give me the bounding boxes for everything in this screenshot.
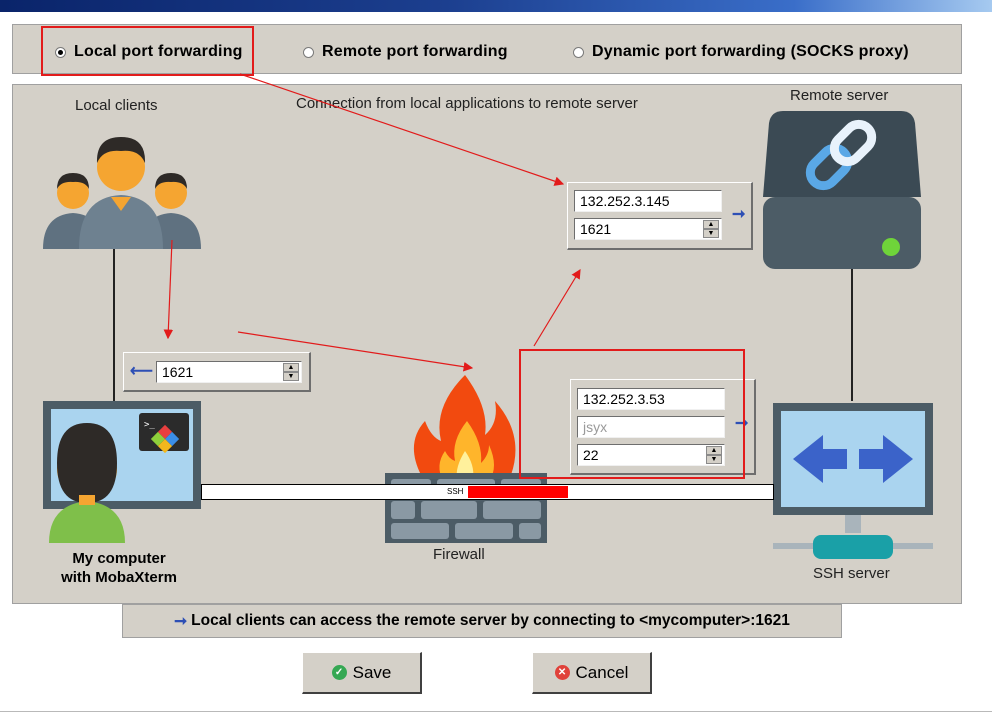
cancel-button-label: Cancel [575,662,629,682]
cancel-button[interactable]: ✕ Cancel [532,652,652,694]
window-bottom-border [0,711,992,712]
save-button-label: Save [352,662,392,682]
close-icon: ✕ [554,665,570,680]
save-button[interactable]: ✓ Save [302,652,422,694]
forwarding-summary: ➞ Local clients can access the remote se… [122,604,842,638]
checkmark-icon: ✓ [331,665,347,680]
right-arrow-icon: ➞ [174,612,188,630]
forwarding-summary-text: Local clients can access the remote serv… [191,612,790,629]
